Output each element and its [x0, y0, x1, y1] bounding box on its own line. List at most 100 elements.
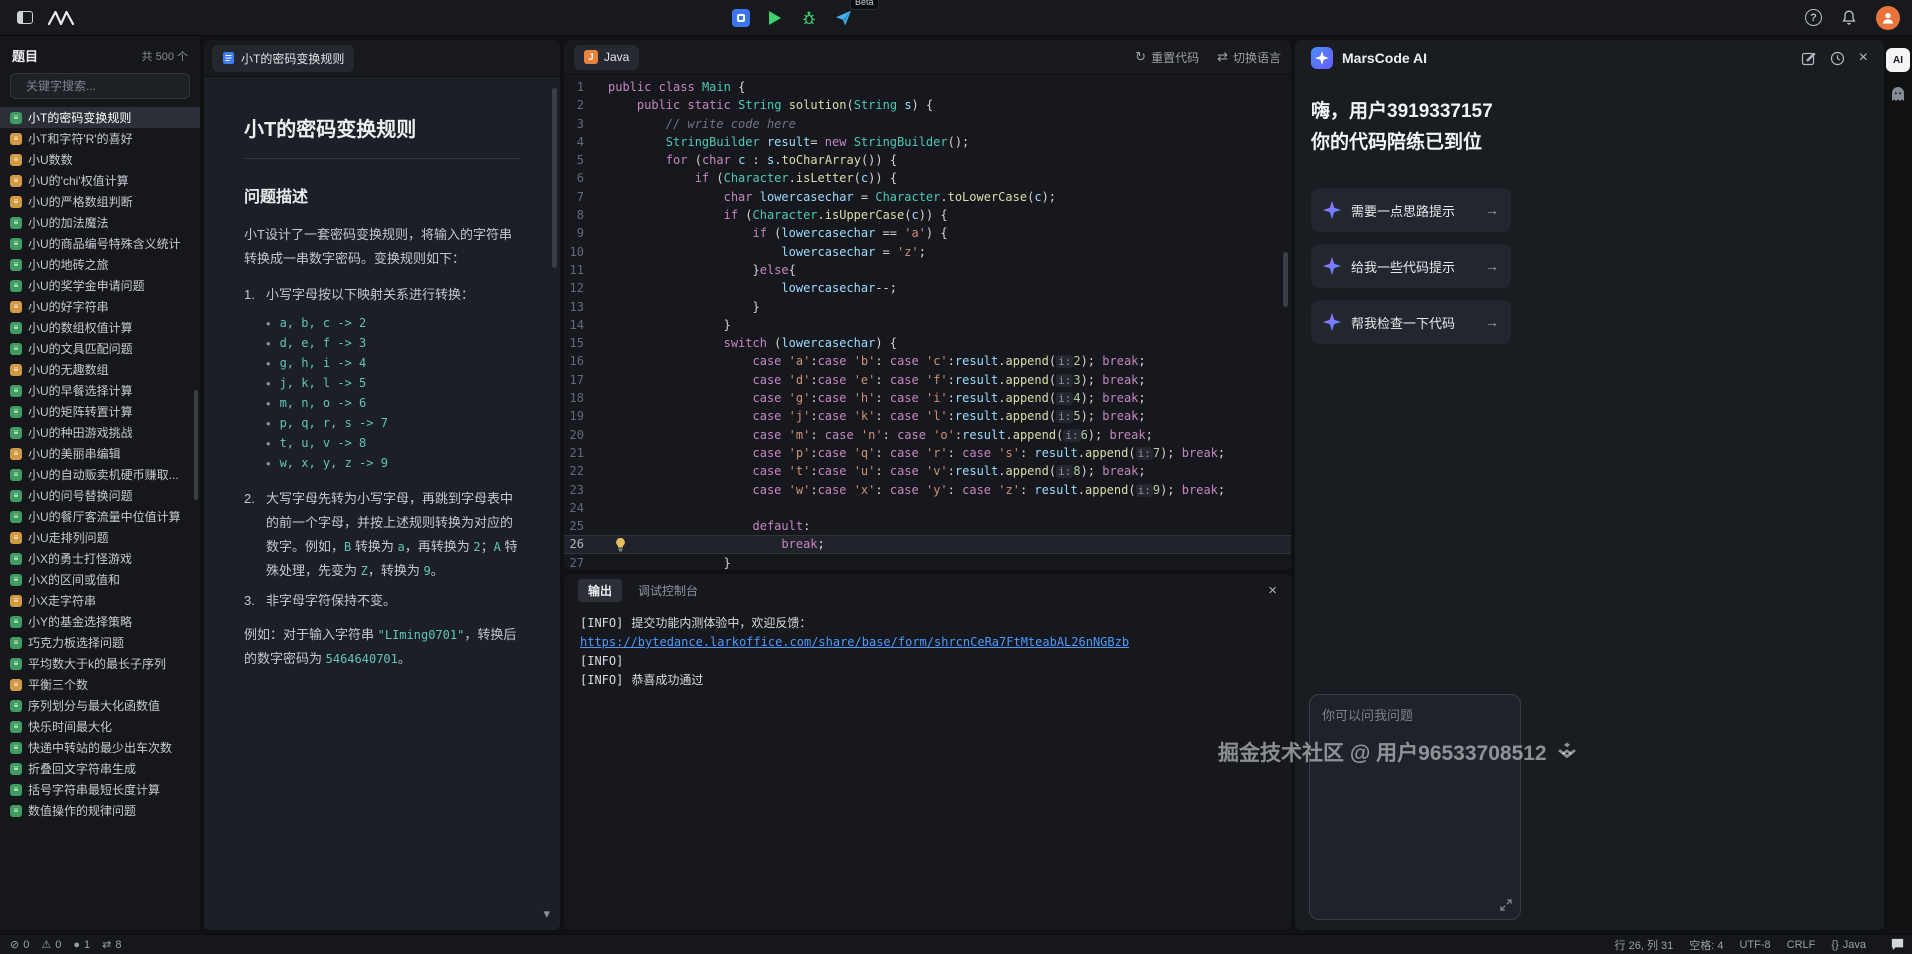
history-clock-icon[interactable] — [1830, 51, 1845, 66]
help-icon[interactable]: ? — [1805, 9, 1822, 26]
problem-list-item[interactable]: ≡小U的种田游戏挑战 — [0, 422, 200, 443]
warnings-indicator[interactable]: ⚠0 — [41, 938, 61, 951]
ai-assistant-button[interactable]: AI — [1886, 48, 1910, 72]
code-area[interactable]: 1public class Main {2 public static Stri… — [564, 75, 1291, 570]
expand-input-icon[interactable] — [1500, 899, 1512, 911]
errors-indicator[interactable]: ⊘0 — [10, 938, 29, 951]
problem-list-item[interactable]: ≡序列划分与最大化函数值 — [0, 695, 200, 716]
problem-list-item[interactable]: ≡小U的文具匹配问题 — [0, 338, 200, 359]
tab-debug-console[interactable]: 调试控制台 — [638, 582, 698, 599]
problem-list-item[interactable]: ≡小U的加法魔法 — [0, 212, 200, 233]
new-chat-icon[interactable] — [1801, 51, 1816, 66]
ai-question-input[interactable] — [1322, 705, 1508, 875]
ai-suggestion-card[interactable]: 需要一点思路提示→ — [1311, 188, 1511, 232]
line-number: 8 — [564, 206, 608, 224]
avatar[interactable] — [1876, 6, 1900, 30]
problem-list-item[interactable]: ≡小U的'chi'权值计算 — [0, 170, 200, 191]
submit-button[interactable]: Beta — [830, 5, 856, 31]
tab-output[interactable]: 输出 — [578, 579, 622, 602]
problem-list-item[interactable]: ≡小T和字符'R'的喜好 — [0, 128, 200, 149]
tab-java[interactable]: J Java — [574, 45, 639, 70]
problem-list-item[interactable]: ≡小U的无趣数组 — [0, 359, 200, 380]
mapping-code: a, b, c -> 2 — [280, 316, 367, 330]
problem-list-item[interactable]: ≡小U的美丽串编辑 — [0, 443, 200, 464]
console-panel: 输出 调试控制台 × [INFO]提交功能内测体验中，欢迎反馈：https://… — [564, 574, 1291, 930]
workbench-button[interactable] — [728, 5, 754, 31]
problem-list-item[interactable]: ≡小Y的基金选择策略 — [0, 611, 200, 632]
ai-close-icon[interactable]: × — [1859, 50, 1868, 66]
language-mode[interactable]: {} Java — [1831, 939, 1866, 951]
problem-list-item[interactable]: ≡小U数数 — [0, 149, 200, 170]
notification-bell-button[interactable] — [1836, 5, 1862, 31]
ai-input-box[interactable] — [1309, 694, 1521, 920]
mascot-button[interactable] — [1889, 86, 1907, 103]
log-level: [INFO] — [580, 654, 623, 668]
reset-code-button[interactable]: ↻ 重置代码 — [1135, 49, 1199, 66]
code-line: 21 case 'p':case 'q': case 'r': case 's'… — [564, 444, 1291, 462]
problem-list-item[interactable]: ≡小T的密码变换规则 — [0, 107, 200, 128]
run-button[interactable] — [762, 5, 788, 31]
ai-greeting-line2: 你的代码陪练已到位 — [1311, 127, 1868, 158]
search-input[interactable] — [26, 79, 181, 93]
problem-title-text: 小U的严格数组判断 — [28, 193, 133, 210]
description-content: 小T的密码变换规则 问题描述 小T设计了一套密码变换规则，将输入的字符串转换成一… — [204, 77, 560, 930]
problem-list-item[interactable]: ≡小X的勇士打怪游戏 — [0, 548, 200, 569]
code-text: if (lowercasechar == 'a') { — [608, 224, 948, 242]
problem-list-item[interactable]: ≡小U的好字符串 — [0, 296, 200, 317]
problem-list-item[interactable]: ≡平均数大于k的最长子序列 — [0, 653, 200, 674]
difficulty-icon: ≡ — [10, 511, 22, 523]
problem-list-item[interactable]: ≡小U的餐厅客流量中位值计算 — [0, 506, 200, 527]
code-line: 4 StringBuilder result= new StringBuilde… — [564, 133, 1291, 151]
switch-language-button[interactable]: ⇄ 切换语言 — [1217, 49, 1281, 66]
feedback-icon[interactable] — [1890, 937, 1905, 952]
editor-scrollbar[interactable] — [1283, 252, 1288, 307]
ai-suggestion-card[interactable]: 帮我检查一下代码→ — [1311, 300, 1511, 344]
ai-card-label: 给我一些代码提示 — [1351, 257, 1455, 276]
problem-title-text: 小U的问号替换问题 — [28, 487, 133, 504]
problem-list-item[interactable]: ≡小U的地砖之旅 — [0, 254, 200, 275]
problem-list-item[interactable]: ≡小X的区间或值和 — [0, 569, 200, 590]
problem-list-item[interactable]: ≡巧克力板选择问题 — [0, 632, 200, 653]
difficulty-icon: ≡ — [10, 112, 22, 124]
search-box[interactable] — [10, 73, 190, 99]
problem-list-item[interactable]: ≡数值操作的规律问题 — [0, 800, 200, 821]
problem-list-item[interactable]: ≡括号字符串最短长度计算 — [0, 779, 200, 800]
problem-list-item[interactable]: ≡快乐时间最大化 — [0, 716, 200, 737]
code-line: 20 case 'm': case 'n': case 'o':result.a… — [564, 426, 1291, 444]
problem-list-item[interactable]: ≡小U的问号替换问题 — [0, 485, 200, 506]
inline-code: 9 — [423, 564, 430, 578]
problem-list-item[interactable]: ≡小U的严格数组判断 — [0, 191, 200, 212]
sync-indicator[interactable]: ⇄8 — [102, 938, 121, 951]
problem-list-item[interactable]: ≡小X走字符串 — [0, 590, 200, 611]
problem-list-item[interactable]: ≡小U的数组权值计算 — [0, 317, 200, 338]
problem-list-item[interactable]: ≡折叠回文字符串生成 — [0, 758, 200, 779]
problem-list-item[interactable]: ≡小U走排列问题 — [0, 527, 200, 548]
description-scrollbar[interactable] — [552, 88, 557, 268]
problem-list-item[interactable]: ≡小U的奖学金申请问题 — [0, 275, 200, 296]
problem-list-item[interactable]: ≡小U的早餐选择计算 — [0, 380, 200, 401]
difficulty-icon: ≡ — [10, 805, 22, 817]
logo-icon — [48, 10, 74, 26]
debug-button[interactable] — [796, 5, 822, 31]
problem-list-item[interactable]: ≡小U的矩阵转置计算 — [0, 401, 200, 422]
status-value: 0 — [55, 939, 61, 951]
mascot-icon — [1889, 86, 1907, 103]
indentation-setting[interactable]: 空格: 4 — [1689, 937, 1723, 953]
problem-list-item[interactable]: ≡小U的自动贩卖机硬币赚取... — [0, 464, 200, 485]
chevron-down-icon[interactable]: ▾ — [543, 906, 550, 922]
cursor-position[interactable]: 行 26, 列 31 — [1615, 937, 1674, 953]
notifications-indicator[interactable]: ●1 — [73, 938, 90, 951]
eol-setting[interactable]: CRLF — [1787, 939, 1816, 951]
console-close-icon[interactable]: × — [1268, 582, 1277, 599]
problem-list-item[interactable]: ≡平衡三个数 — [0, 674, 200, 695]
sidebar-toggle-button[interactable] — [12, 5, 38, 31]
encoding-setting[interactable]: UTF-8 — [1739, 939, 1770, 951]
problem-list-item[interactable]: ≡小U的商品编号特殊含义统计 — [0, 233, 200, 254]
log-link[interactable]: https://bytedance.larkoffice.com/share/b… — [580, 635, 1129, 649]
problem-tab[interactable]: 小T的密码变换规则 — [212, 45, 354, 72]
line-number: 6 — [564, 169, 608, 187]
problem-title-text: 小U的商品编号特殊含义统计 — [28, 235, 181, 252]
problem-list-item[interactable]: ≡快递中转站的最少出车次数 — [0, 737, 200, 758]
sidebar-scrollbar[interactable] — [194, 390, 198, 500]
ai-suggestion-card[interactable]: 给我一些代码提示→ — [1311, 244, 1511, 288]
